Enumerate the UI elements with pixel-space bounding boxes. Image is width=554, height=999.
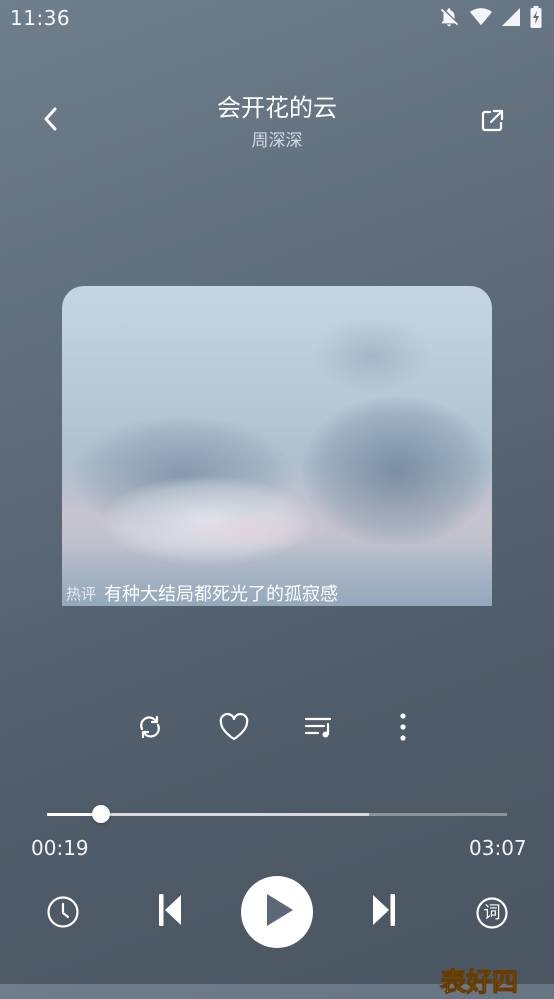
wifi-icon [470, 7, 492, 31]
artist-name[interactable]: 周深深 [0, 126, 554, 151]
status-bar: 11:36 [0, 0, 554, 40]
like-button[interactable] [211, 706, 257, 752]
play-icon [259, 890, 295, 934]
hot-comment[interactable]: 热评 有种大结局都死光了的孤寂感 [66, 580, 338, 606]
album-cover[interactable] [62, 286, 492, 606]
next-button[interactable] [364, 892, 404, 932]
cell-signal-icon [502, 8, 520, 30]
cover-cloud [302, 396, 492, 546]
status-icons [438, 6, 542, 32]
heart-icon [218, 712, 250, 746]
cover-cloud [172, 511, 332, 551]
overlay-banner: 表好四 [439, 968, 519, 999]
action-row [0, 706, 554, 752]
playlist-button[interactable] [296, 706, 342, 752]
hot-comment-text: 有种大结局都死光了的孤寂感 [104, 584, 339, 605]
repeat-button[interactable] [127, 706, 173, 752]
more-vert-icon [399, 712, 407, 746]
total-time: 03:07 [469, 836, 527, 860]
share-button[interactable] [475, 106, 509, 140]
lyrics-glyph: 词 [483, 903, 501, 923]
cover-cloud [312, 316, 432, 396]
previous-button[interactable] [150, 892, 190, 932]
status-time: 11:36 [10, 6, 71, 30]
repeat-icon [135, 712, 165, 746]
more-button[interactable] [380, 706, 426, 752]
progress-slider[interactable] [47, 805, 507, 823]
current-time: 00:19 [31, 836, 89, 860]
battery-icon [530, 6, 542, 32]
share-external-icon [479, 108, 505, 138]
notifications-off-icon [438, 6, 460, 32]
clock-icon [46, 895, 80, 933]
sleep-timer-button[interactable] [43, 894, 83, 934]
play-button[interactable] [241, 876, 313, 948]
lyrics-button[interactable]: 词 [472, 893, 512, 933]
hot-comment-tag: 热评 [66, 584, 97, 603]
lyrics-icon: 词 [475, 896, 509, 930]
playlist-icon [303, 712, 335, 746]
skip-previous-icon [156, 892, 184, 932]
progress-knob[interactable] [92, 805, 111, 823]
song-title: 会开花的云 [217, 94, 337, 122]
skip-next-icon [370, 892, 398, 932]
